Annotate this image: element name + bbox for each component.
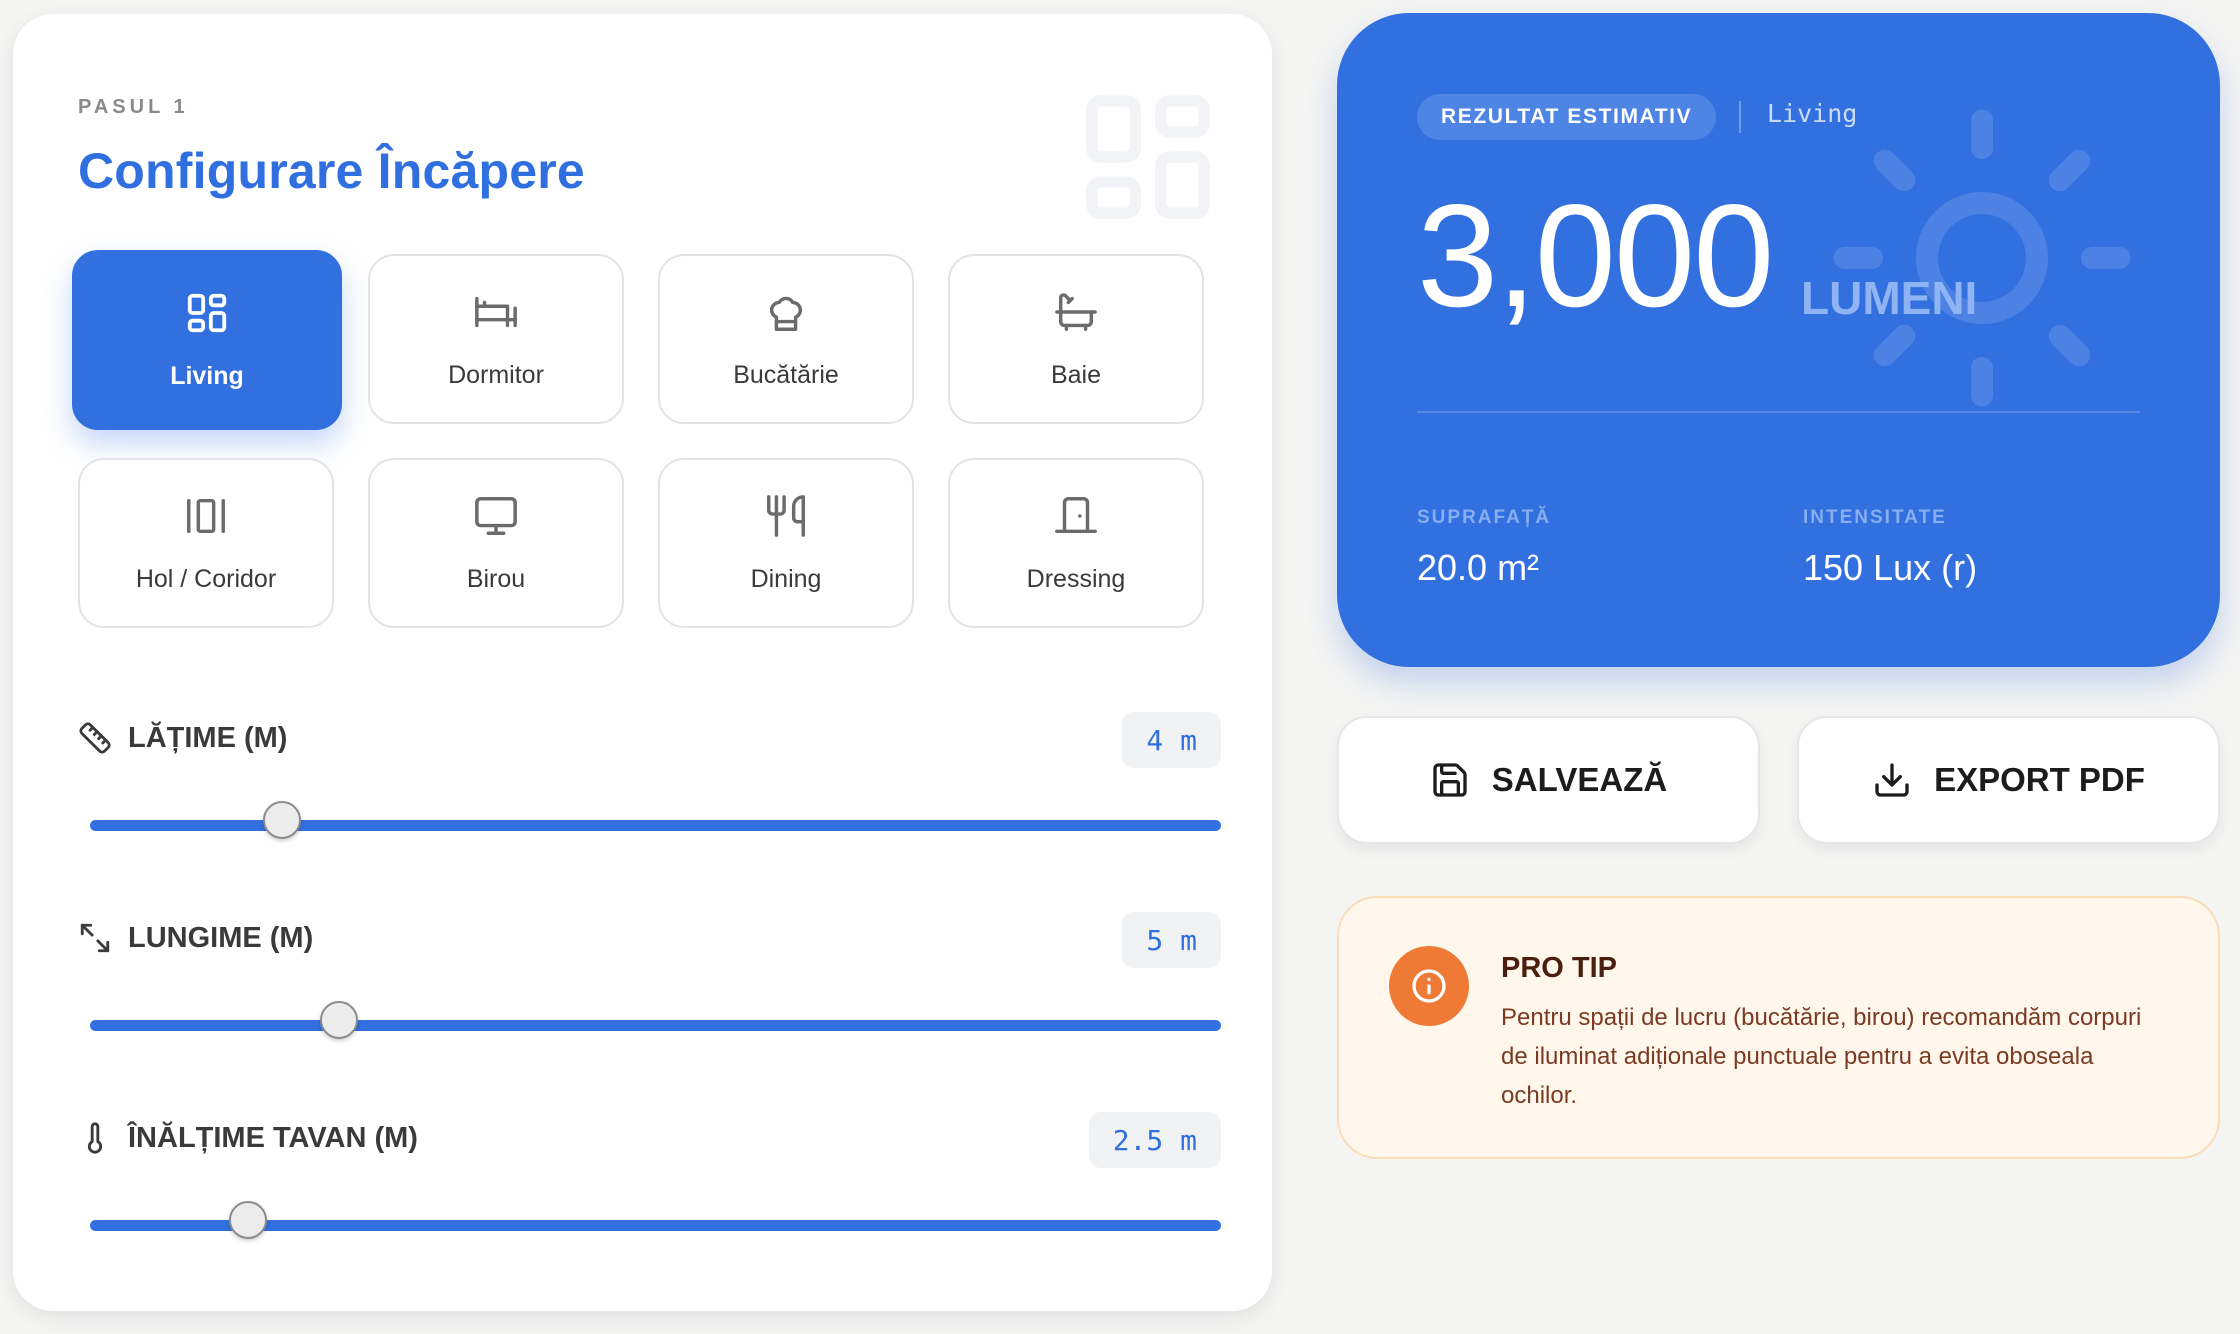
slider-width: LĂȚIME (M) 4 m bbox=[78, 712, 1221, 862]
pro-tip-card: PRO TIP Pentru spații de lucru (bucătări… bbox=[1337, 896, 2220, 1159]
download-icon bbox=[1875, 763, 1909, 797]
room-label: Bucătărie bbox=[733, 360, 839, 389]
lumens-value: 3,000 bbox=[1417, 174, 1774, 337]
room-label: Dining bbox=[750, 564, 822, 593]
room-tile-dormitor[interactable]: Dormitor bbox=[368, 254, 624, 424]
slider-width-track[interactable] bbox=[90, 801, 1221, 839]
slider-height-thumb[interactable] bbox=[229, 1201, 268, 1239]
result-room-name: Living bbox=[1767, 99, 1858, 128]
slider-length-label: LUNGIME (M) bbox=[128, 921, 314, 954]
room-label: Birou bbox=[466, 564, 526, 593]
step-label: PASUL 1 bbox=[78, 96, 189, 118]
utensils-icon bbox=[767, 494, 805, 537]
lumens-unit: LUMENI bbox=[1801, 272, 1978, 324]
divider bbox=[1417, 411, 2140, 413]
room-label: Dressing bbox=[1026, 564, 1126, 593]
slider-height-value: 2.5 m bbox=[1088, 1112, 1221, 1168]
intensity-label: INTENSITATE bbox=[1803, 507, 1947, 528]
intensity-value: 150 Lux (r) bbox=[1803, 547, 1978, 588]
room-tile-dressing[interactable]: Dressing bbox=[948, 458, 1204, 628]
room-label: Living bbox=[170, 361, 244, 390]
pro-tip-text: Pentru spații de lucru (bucătărie, birou… bbox=[1501, 1004, 2142, 1109]
room-tile-living[interactable]: Living bbox=[72, 250, 342, 430]
slider-width-label: LĂȚIME (M) bbox=[128, 721, 288, 754]
grid-watermark-icon bbox=[1086, 95, 1210, 219]
save-button[interactable]: SALVEAZĂ bbox=[1337, 716, 1760, 844]
export-pdf-button[interactable]: EXPORT PDF bbox=[1797, 716, 2220, 844]
sun-watermark-icon bbox=[1833, 109, 2131, 407]
export-pdf-button-label: EXPORT PDF bbox=[1934, 761, 2145, 798]
ruler-icon bbox=[79, 722, 111, 754]
door-icon bbox=[1055, 496, 1097, 533]
room-label: Dormitor bbox=[448, 360, 544, 389]
save-icon bbox=[1433, 763, 1467, 797]
result-card: REZULTAT ESTIMATIV Living 3,000 LUMENI S… bbox=[1337, 13, 2220, 667]
slider-length-thumb[interactable] bbox=[319, 1001, 358, 1039]
hallway-icon bbox=[187, 498, 225, 533]
room-config-card: PASUL 1 Configurare Încăpere Living Dorm… bbox=[13, 14, 1272, 1311]
slider-height: ÎNĂLȚIME TAVAN (M) 2.5 m bbox=[78, 1112, 1221, 1262]
room-label: Hol / Coridor bbox=[135, 564, 277, 593]
slider-height-track[interactable] bbox=[90, 1201, 1221, 1239]
grid-icon bbox=[187, 293, 227, 332]
pro-tip-title: PRO TIP bbox=[1501, 952, 1618, 984]
chef-hat-icon bbox=[769, 296, 803, 331]
room-tile-bucatarie[interactable]: Bucătărie bbox=[658, 254, 914, 424]
room-tile-baie[interactable]: Baie bbox=[948, 254, 1204, 424]
slider-length-value: 5 m bbox=[1122, 912, 1221, 968]
slider-length: LUNGIME (M) 5 m bbox=[78, 912, 1221, 1062]
bath-icon bbox=[1055, 292, 1097, 331]
slider-length-track[interactable] bbox=[90, 1001, 1221, 1039]
slider-height-label: ÎNĂLȚIME TAVAN (M) bbox=[128, 1121, 418, 1154]
slider-width-thumb[interactable] bbox=[263, 801, 302, 839]
save-button-label: SALVEAZĂ bbox=[1491, 761, 1668, 798]
monitor-icon bbox=[475, 496, 517, 535]
area-value: 20.0 m² bbox=[1417, 547, 1540, 588]
result-badge: REZULTAT ESTIMATIV bbox=[1417, 94, 1717, 140]
room-label: Baie bbox=[1050, 360, 1102, 389]
divider bbox=[1739, 101, 1741, 133]
area-label: SUPRAFAȚĂ bbox=[1417, 507, 1552, 528]
room-tile-dining[interactable]: Dining bbox=[658, 458, 914, 628]
info-icon bbox=[1412, 969, 1446, 1003]
thermometer-icon bbox=[87, 1122, 103, 1154]
bed-icon bbox=[475, 296, 517, 327]
room-tile-birou[interactable]: Birou bbox=[368, 458, 624, 628]
page-title: Configurare Încăpere bbox=[78, 143, 585, 199]
slider-width-value: 4 m bbox=[1122, 712, 1221, 768]
expand-icon bbox=[80, 923, 110, 953]
room-tile-hol-coridor[interactable]: Hol / Coridor bbox=[78, 458, 334, 628]
